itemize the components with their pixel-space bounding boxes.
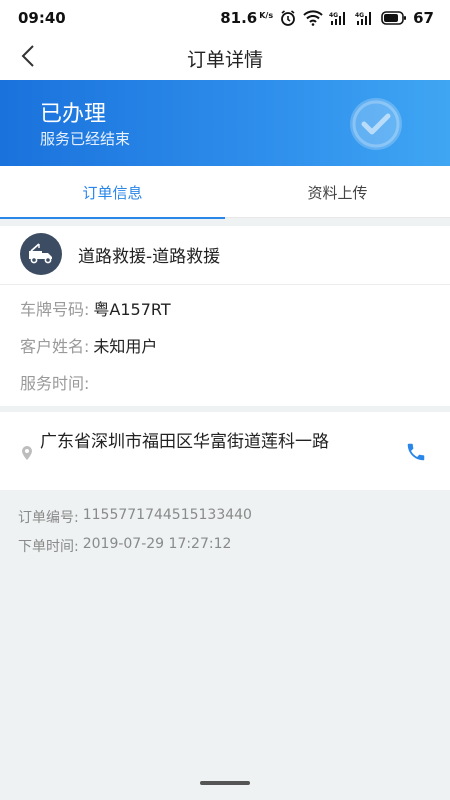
service-address: 广东省深圳市福田区华富街道莲科一路 xyxy=(40,432,329,452)
phone-icon xyxy=(405,441,427,467)
page-title: 订单详情 xyxy=(186,48,263,71)
order-number-row: 订单编号: 1155771744515133440 xyxy=(18,507,252,527)
network-speed: 81.6 K/s xyxy=(220,9,274,27)
customer-value: 未知用户 xyxy=(93,337,158,356)
battery-icon xyxy=(381,11,407,25)
status-bar: 09:40 81.6 K/s 4G 4G 67 xyxy=(0,0,450,36)
status-time: 09:40 xyxy=(18,9,66,27)
svg-text:4G: 4G xyxy=(355,12,364,19)
call-button[interactable] xyxy=(402,440,430,468)
battery-level: 67 xyxy=(413,9,434,27)
nav-bar: 订单详情 xyxy=(0,36,450,80)
service-name: 道路救援-道路救援 xyxy=(78,246,221,267)
order-number-label: 订单编号: xyxy=(18,510,79,526)
address-card: 广东省深圳市福田区华富街道莲科一路 xyxy=(0,412,450,490)
order-status-subtitle: 服务已经结束 xyxy=(40,130,131,148)
signal-2-icon: 4G xyxy=(355,10,375,26)
signal-1-icon: 4G xyxy=(329,10,349,26)
tow-truck-icon xyxy=(20,233,62,275)
order-created-value: 2019-07-29 17:27:12 xyxy=(82,536,232,552)
alarm-icon xyxy=(279,9,297,27)
order-number-value: 1155771744515133440 xyxy=(82,507,252,523)
plate-row: 车牌号码: 粤A157RT xyxy=(20,296,171,320)
location-pin-icon xyxy=(22,445,32,464)
service-time-row: 服务时间: xyxy=(20,370,93,394)
chevron-left-icon xyxy=(21,45,35,71)
service-row: 道路救援-道路救援 xyxy=(20,233,221,275)
order-created-label: 下单时间: xyxy=(18,539,79,555)
svg-text:4G: 4G xyxy=(329,12,338,19)
customer-label: 客户姓名: xyxy=(20,337,90,356)
order-info-card: 道路救援-道路救援 车牌号码: 粤A157RT 客户姓名: 未知用户 服务时间: xyxy=(0,226,450,406)
divider xyxy=(0,284,450,285)
tab-order-info[interactable]: 订单信息 xyxy=(0,166,225,219)
plate-label: 车牌号码: xyxy=(20,300,90,319)
tab-document-upload[interactable]: 资料上传 xyxy=(225,166,450,218)
order-status: 已办理 xyxy=(40,102,107,127)
network-speed-unit: K/s xyxy=(259,11,274,20)
status-indicators: 81.6 K/s 4G 4G 67 xyxy=(220,9,434,27)
customer-row: 客户姓名: 未知用户 xyxy=(20,333,157,357)
order-created-row: 下单时间: 2019-07-29 17:27:12 xyxy=(18,536,231,556)
wifi-icon xyxy=(303,10,323,26)
tab-bar: 订单信息 资料上传 xyxy=(0,166,450,219)
back-button[interactable] xyxy=(14,44,42,72)
status-banner: 已办理 服务已经结束 xyxy=(0,80,450,166)
home-indicator[interactable] xyxy=(200,781,250,785)
plate-value: 粤A157RT xyxy=(93,300,171,319)
check-circle-icon xyxy=(346,94,406,158)
service-time-label: 服务时间: xyxy=(20,374,90,393)
